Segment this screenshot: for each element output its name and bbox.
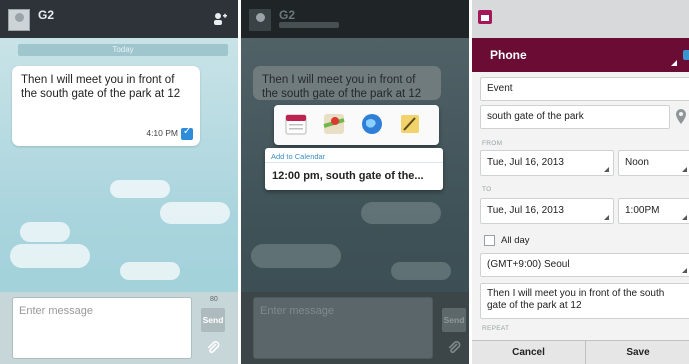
cloud-decoration (391, 262, 451, 280)
send-button[interactable]: Send (201, 308, 225, 332)
calendar-icon (478, 10, 492, 24)
paperclip-icon[interactable] (205, 340, 221, 356)
map-pin-icon[interactable] (674, 108, 688, 126)
timezone-selector[interactable]: (GMT+9:00) Seoul (480, 253, 689, 277)
message-input-box[interactable] (12, 297, 192, 359)
event-edit-screen: Phone Event south gate of the park FROM … (472, 0, 689, 364)
date-divider-label: Today (112, 45, 134, 54)
send-button: Send (442, 308, 466, 332)
conversation-header: G2 (0, 0, 238, 38)
cloud-decoration (361, 202, 441, 224)
form-button-bar: Cancel Save (472, 340, 689, 364)
avatar[interactable] (8, 9, 30, 31)
contact-name: G2 (279, 8, 296, 22)
cloud-decoration (251, 244, 341, 268)
share-screen: G2 Then I will meet you in front of the … (241, 0, 469, 364)
popup-event-summary[interactable]: 12:00 pm, south gate of the... (272, 170, 424, 182)
calendar-app-header (472, 0, 689, 38)
account-selector[interactable]: Phone (472, 38, 689, 72)
paperclip-icon (448, 341, 461, 354)
to-date-picker[interactable]: Tue, Jul 16, 2013 (480, 198, 614, 224)
account-color-icon (683, 50, 689, 60)
maps-icon[interactable] (322, 112, 346, 136)
message-input-box (253, 297, 433, 359)
event-title-field[interactable]: Event (480, 77, 689, 101)
description-field[interactable]: Then I will meet you in front of the sou… (480, 283, 689, 319)
browser-icon[interactable] (360, 112, 384, 136)
all-day-checkbox[interactable] (484, 235, 495, 246)
memo-icon[interactable] (398, 112, 422, 136)
message-time: 4:10 PM (146, 128, 178, 138)
cloud-decoration (10, 244, 90, 268)
from-section-label: FROM (482, 140, 503, 147)
compose-bar: Send (241, 292, 469, 364)
compose-bar: 80 Send (0, 292, 238, 364)
popup-title: Add to Calendar (271, 152, 326, 161)
sent-check-icon (181, 126, 193, 140)
from-date-picker[interactable]: Tue, Jul 16, 2013 (480, 150, 614, 176)
message-bubble[interactable]: Then I will meet you in front of the sou… (12, 66, 200, 146)
date-divider: Today (18, 44, 228, 56)
to-time-picker[interactable]: 1:00PM (618, 198, 689, 224)
account-label: Phone (490, 48, 527, 62)
message-input (254, 298, 432, 324)
conversation-header-dimmed: G2 (241, 0, 469, 38)
add-contact-icon[interactable] (212, 11, 228, 27)
add-to-calendar-popup[interactable]: Add to Calendar 12:00 pm, south gate of … (265, 148, 443, 190)
message-text: Then I will meet you in front of the sou… (262, 74, 422, 100)
share-app-bar (274, 105, 439, 145)
dropdown-corner-icon (671, 60, 677, 66)
location-field[interactable]: south gate of the park (480, 105, 670, 129)
from-time-picker[interactable]: Noon (618, 150, 689, 176)
message-bubble: Then I will meet you in front of the sou… (253, 66, 441, 100)
repeat-section-label: REPEAT (482, 325, 510, 332)
conversation-screen: G2 Today Then I will meet you in front o… (0, 0, 238, 364)
cloud-decoration (120, 262, 180, 280)
to-section-label: TO (482, 186, 492, 193)
all-day-label: All day (501, 235, 530, 246)
header-subtitle-bar (279, 22, 339, 28)
cancel-button[interactable]: Cancel (472, 341, 586, 364)
save-button[interactable]: Save (587, 341, 689, 364)
contact-name: G2 (38, 8, 55, 22)
message-text: Then I will meet you in front of the sou… (21, 74, 181, 100)
char-counter: 80 (210, 296, 218, 303)
message-input[interactable] (13, 298, 191, 324)
popup-divider (265, 162, 443, 163)
calendar-icon[interactable] (284, 112, 308, 136)
cloud-decoration (160, 202, 230, 224)
avatar (249, 9, 271, 31)
cloud-decoration (110, 180, 170, 198)
cloud-decoration (20, 222, 70, 242)
